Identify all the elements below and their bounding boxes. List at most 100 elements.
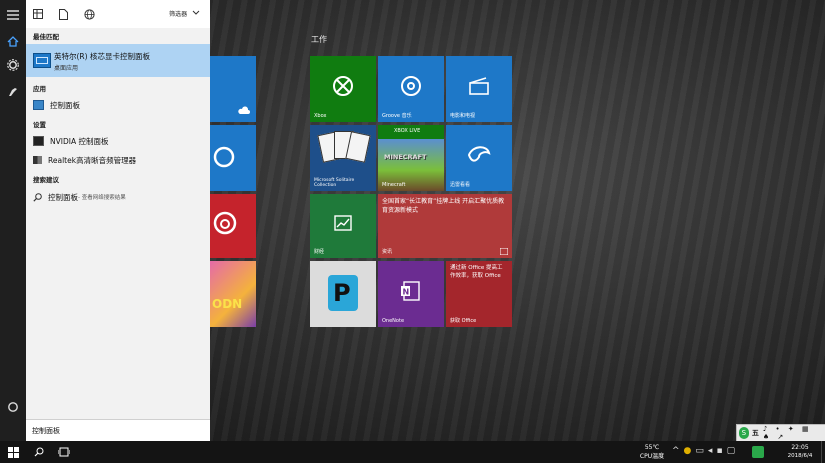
chart-icon	[334, 215, 352, 231]
cpu-temp-value: 55℃	[644, 444, 660, 451]
cpu-temp-label: CPU温度	[639, 453, 665, 460]
search-toolbar: 筛选器	[26, 0, 210, 28]
cortana-button[interactable]	[0, 396, 26, 418]
bird-icon	[467, 145, 491, 162]
best-match-heading: 最佳匹配	[33, 33, 59, 41]
show-desktop-button[interactable]	[821, 441, 825, 463]
ime-toolbar[interactable]: S 五 ♪ • ✦ ▦ ♠ ↗	[736, 424, 825, 442]
tile-partial-candy-crush[interactable]: ODN	[210, 261, 256, 327]
user-button[interactable]	[0, 80, 26, 102]
apps-filter-button[interactable]	[32, 8, 44, 20]
settings-item-realtek[interactable]: Realtek高清晰音频管理器	[33, 153, 136, 167]
tile-label: 迅雷看看	[450, 182, 471, 188]
globe-icon	[83, 8, 95, 20]
best-match-title: 英特尔(R) 核芯显卡控制面板	[54, 52, 150, 61]
network-icon: ▪	[716, 446, 727, 456]
start-rail	[0, 0, 26, 441]
control-panel-icon	[33, 100, 44, 110]
candy-logo-text: ODN	[212, 297, 243, 311]
tile-get-office[interactable]: 通过新 Office 提高工作效率，获取 Office 获取 Office	[446, 261, 512, 327]
cpu-temperature-widget[interactable]: 55℃ CPU温度	[632, 443, 672, 461]
tile-label: Xbox	[314, 113, 327, 119]
battery-icon: ▭	[695, 446, 708, 456]
tile-label: Minecraft	[382, 182, 406, 188]
filter-dropdown[interactable]: 筛选器	[169, 9, 200, 18]
user-icon	[9, 88, 17, 96]
picsart-icon: P	[328, 275, 358, 311]
clock[interactable]: 22:05 2018/6/4	[782, 443, 818, 461]
tile-movies-tv[interactable]: 电影和电视	[446, 56, 512, 122]
tile-solitaire[interactable]: Microsoft Solitaire Collection	[310, 125, 376, 191]
document-icon	[58, 8, 68, 20]
clapperboard-icon	[469, 76, 489, 95]
home-button[interactable]	[0, 30, 26, 52]
suggestion-hint: - 查看网络搜索结果	[78, 195, 126, 201]
tile-label: OneNote	[382, 318, 405, 324]
tile-news[interactable]: 全国首家“长江教育”挂牌上线 开启汇聚优质教育资源新模式 资讯	[378, 194, 512, 258]
tile-label: 获取 Office	[450, 318, 477, 324]
suggestions-heading: 搜索建议	[33, 176, 59, 184]
tile-picsart[interactable]: P	[310, 261, 376, 327]
tile-partial-cortana[interactable]	[210, 125, 256, 191]
tile-minecraft[interactable]: XBOX LIVE MINECRAFT Minecraft	[378, 125, 444, 191]
office-promo: 通过新 Office 提高工作效率，获取 Office	[450, 265, 503, 279]
tile-label: 电影和电视	[450, 113, 476, 119]
clock-date: 2018/6/4	[787, 453, 813, 459]
sogou-tray-icon[interactable]	[752, 446, 764, 458]
task-view-icon	[58, 447, 70, 457]
tile-partial-netease[interactable]	[210, 194, 256, 258]
tile-label: Microsoft Solitaire Collection	[314, 178, 355, 188]
tile-partial-mail[interactable]	[210, 56, 256, 122]
ime-mode-label: 五	[751, 429, 759, 437]
picsart-p-glyph: P	[333, 279, 351, 307]
cloud-icon	[238, 106, 250, 114]
apps-heading: 应用	[33, 85, 46, 93]
hamburger-menu-icon	[7, 10, 19, 20]
chevron-down-icon	[192, 10, 200, 15]
onenote-icon: N	[401, 280, 420, 301]
windows-logo-icon	[7, 446, 19, 458]
start-tiles-area: ODN 工作 Xbox Groove 音乐 电影和电视 Microsoft So…	[210, 0, 825, 441]
speaker-icon	[33, 156, 42, 164]
ime-tool-icons: ♪ • ✦ ▦ ♠ ↗	[762, 425, 812, 441]
gear-icon	[7, 59, 19, 71]
tile-group-label: 工作	[311, 35, 327, 44]
settings-label: Realtek高清晰音频管理器	[48, 155, 137, 165]
svg-text:N: N	[403, 287, 410, 296]
documents-filter-button[interactable]	[57, 8, 69, 20]
app-item-control-panel[interactable]: 控制面板	[33, 98, 80, 112]
tile-xunlei[interactable]: 迅雷看看	[446, 125, 512, 191]
web-filter-button[interactable]	[83, 8, 95, 20]
nvidia-icon	[33, 136, 44, 146]
news-icon	[500, 248, 508, 255]
tile-label: Groove 音乐	[382, 113, 412, 119]
best-match-subtitle: 桌面应用	[54, 65, 79, 72]
system-tray[interactable]: ^●▭◂▪▢	[672, 446, 739, 456]
settings-button[interactable]	[0, 54, 26, 76]
filter-label: 筛选器	[169, 11, 188, 18]
search-input-value: 控制面板	[32, 427, 60, 435]
tile-onenote[interactable]: N OneNote	[378, 261, 444, 327]
suggestion-item[interactable]: 控制面板 - 查看网络搜索结果	[33, 190, 126, 204]
taskbar-search-button[interactable]	[31, 444, 47, 460]
xbox-live-banner: XBOX LIVE	[378, 125, 444, 139]
search-icon	[33, 192, 42, 202]
tile-money[interactable]: 财经	[310, 194, 376, 258]
tile-label: 资讯	[382, 249, 393, 255]
best-match-item[interactable]: 英特尔(R) 核芯显卡控制面板 桌面应用	[26, 44, 210, 77]
disc-icon	[401, 75, 421, 96]
search-input[interactable]: 控制面板	[26, 419, 210, 442]
start-button[interactable]	[5, 444, 21, 460]
settings-heading: 设置	[33, 121, 46, 129]
hamburger-menu-button[interactable]	[0, 4, 26, 26]
tile-label: 财经	[314, 249, 325, 255]
news-headline: 全国首家“长江教育”挂牌上线 开启汇聚优质教育资源新模式	[382, 198, 505, 214]
clock-time: 22:05	[791, 444, 809, 451]
netease-music-icon	[213, 211, 237, 235]
tray-app-icon: ●	[683, 446, 696, 456]
tile-xbox[interactable]: Xbox	[310, 56, 376, 122]
settings-item-nvidia[interactable]: NVIDIA 控制面板	[33, 134, 108, 148]
search-results-panel: 筛选器 最佳匹配 英特尔(R) 核芯显卡控制面板 桌面应用 应用 控制面板 设置…	[26, 0, 210, 442]
task-view-button[interactable]	[56, 444, 72, 460]
tile-groove-music[interactable]: Groove 音乐	[378, 56, 444, 122]
